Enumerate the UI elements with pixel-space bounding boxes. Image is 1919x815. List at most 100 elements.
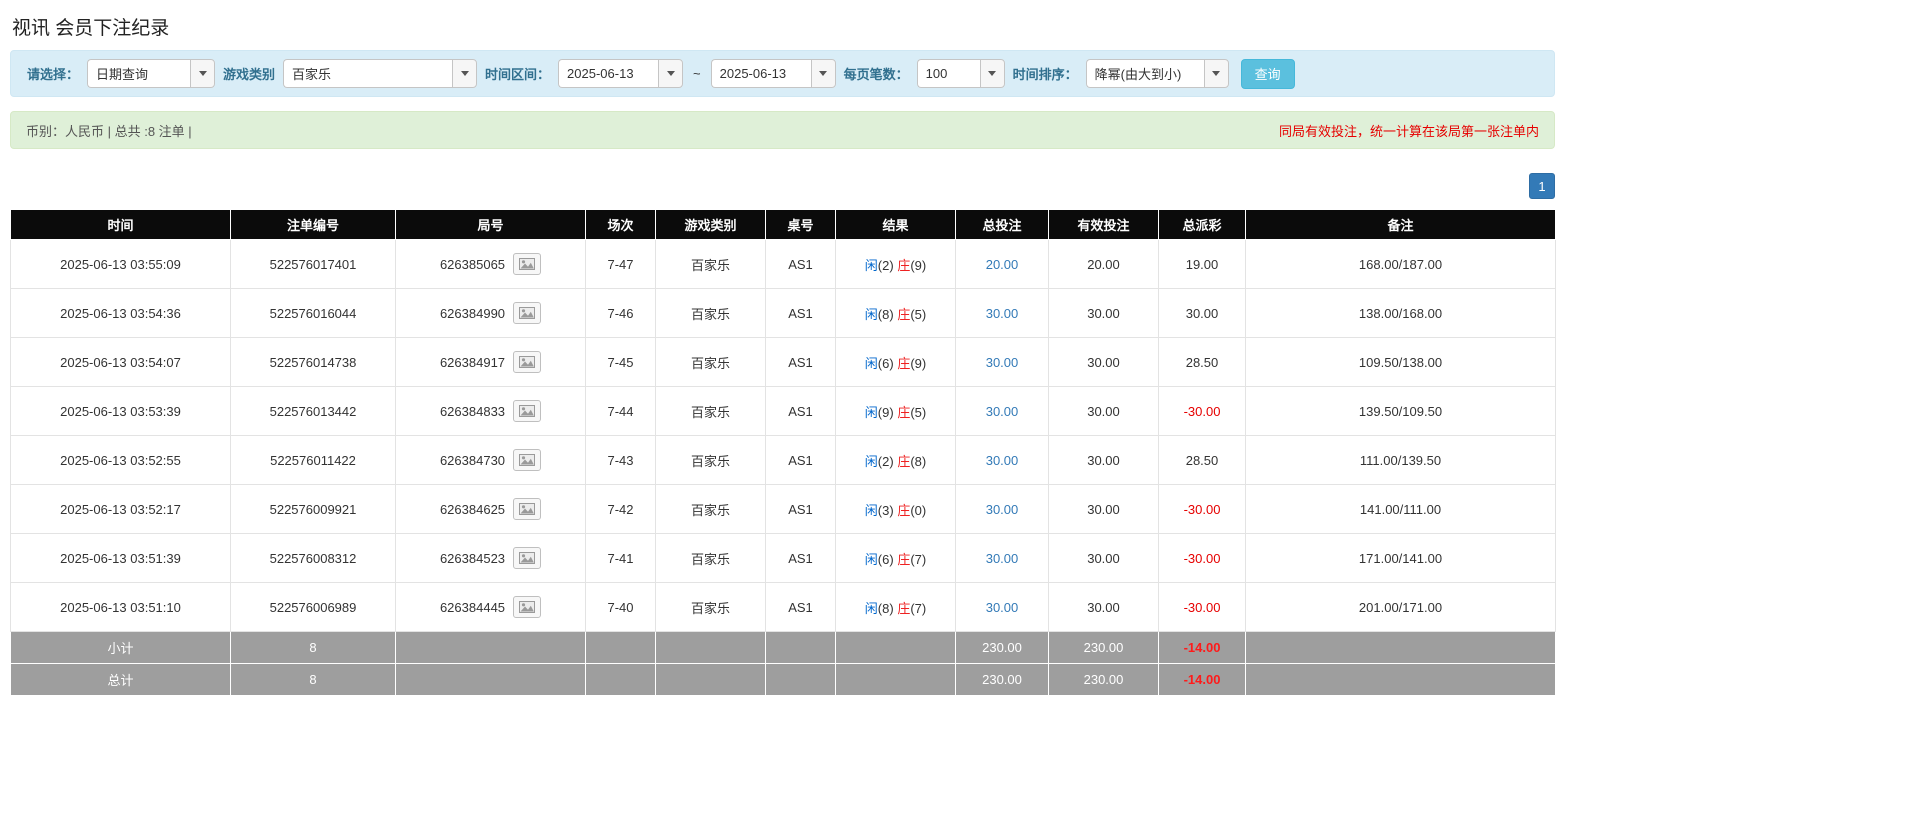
player-result-score: (9): [878, 405, 894, 420]
subtotal-valid-bet: 230.00: [1049, 632, 1159, 664]
total-bet-link[interactable]: 20.00: [986, 257, 1019, 272]
total-bet-link[interactable]: 30.00: [986, 355, 1019, 370]
total-bet-link[interactable]: 30.00: [986, 306, 1019, 321]
game-type-select[interactable]: [283, 59, 477, 88]
cell-payout: 19.00: [1159, 240, 1246, 289]
chevron-down-icon: [1212, 71, 1220, 76]
cell-result: 闲(6) 庄(9): [836, 338, 956, 387]
round-id: 626385065: [440, 257, 505, 272]
game-video-button[interactable]: [513, 547, 541, 569]
table-row: 2025-06-13 03:53:39 522576013442 6263848…: [11, 387, 1556, 436]
banker-result-score: (0): [910, 503, 926, 518]
date-from-input[interactable]: [558, 59, 658, 88]
banker-result-label: 庄: [897, 356, 910, 371]
banker-result-label: 庄: [897, 307, 910, 322]
cell-game-type: 百家乐: [656, 338, 766, 387]
date-to-dropdown-button[interactable]: [811, 59, 836, 88]
round-id: 626384625: [440, 502, 505, 517]
cell-time: 2025-06-13 03:52:55: [11, 436, 231, 485]
cell-game-type: 百家乐: [656, 289, 766, 338]
cell-session: 7-45: [586, 338, 656, 387]
player-result-label: 闲: [865, 307, 878, 322]
table-row: 2025-06-13 03:51:39 522576008312 6263845…: [11, 534, 1556, 583]
page-1-button[interactable]: 1: [1529, 173, 1555, 199]
total-payout: -14.00: [1159, 664, 1246, 696]
sort-input[interactable]: [1086, 59, 1204, 88]
cell-total-bet: 30.00: [956, 583, 1049, 632]
total-total-bet: 230.00: [956, 664, 1049, 696]
game-video-button[interactable]: [513, 302, 541, 324]
cell-bet-id: 522576006989: [231, 583, 396, 632]
col-round-id: 局号: [396, 210, 586, 240]
cell-valid-bet: 30.00: [1049, 485, 1159, 534]
total-valid-bet: 230.00: [1049, 664, 1159, 696]
cell-table-no: AS1: [766, 387, 836, 436]
subtotal-row: 小计 8 230.00 230.00 -14.00: [11, 632, 1556, 664]
banker-result-score: (5): [910, 405, 926, 420]
cell-bet-id: 522576014738: [231, 338, 396, 387]
game-type-dropdown-button[interactable]: [452, 59, 477, 88]
col-table-no: 桌号: [766, 210, 836, 240]
cell-valid-bet: 30.00: [1049, 338, 1159, 387]
player-result-label: 闲: [865, 454, 878, 469]
cell-remark: 111.00/139.50: [1246, 436, 1556, 485]
game-type-input[interactable]: [283, 59, 452, 88]
cell-round-id: 626384523: [396, 534, 586, 583]
table-row: 2025-06-13 03:51:10 522576006989 6263844…: [11, 583, 1556, 632]
cell-result: 闲(2) 庄(9): [836, 240, 956, 289]
pagination: 1: [10, 173, 1555, 199]
page-title: 视讯 会员下注纪录: [10, 0, 1555, 50]
game-video-button[interactable]: [513, 498, 541, 520]
game-video-button[interactable]: [513, 253, 541, 275]
sort-dropdown-button[interactable]: [1204, 59, 1229, 88]
cell-valid-bet: 20.00: [1049, 240, 1159, 289]
cell-total-bet: 30.00: [956, 338, 1049, 387]
game-type-label: 游戏类别: [223, 64, 275, 83]
query-type-select[interactable]: [87, 59, 215, 88]
date-separator: ~: [691, 66, 703, 81]
col-payout: 总派彩: [1159, 210, 1246, 240]
date-to-select[interactable]: [711, 59, 836, 88]
player-result-label: 闲: [865, 258, 878, 273]
cell-game-type: 百家乐: [656, 534, 766, 583]
search-button[interactable]: 查询: [1241, 59, 1295, 89]
date-from-select[interactable]: [558, 59, 683, 88]
cell-table-no: AS1: [766, 583, 836, 632]
date-from-dropdown-button[interactable]: [658, 59, 683, 88]
page-size-input[interactable]: [917, 59, 980, 88]
query-type-input[interactable]: [87, 59, 190, 88]
page-size-label: 每页笔数：: [844, 64, 909, 83]
col-bet-id: 注单编号: [231, 210, 396, 240]
cell-payout: 30.00: [1159, 289, 1246, 338]
page-size-dropdown-button[interactable]: [980, 59, 1005, 88]
cell-session: 7-42: [586, 485, 656, 534]
page-size-select[interactable]: [917, 59, 1005, 88]
total-bet-link[interactable]: 30.00: [986, 600, 1019, 615]
total-bet-link[interactable]: 30.00: [986, 502, 1019, 517]
game-video-button[interactable]: [513, 400, 541, 422]
sort-select[interactable]: [1086, 59, 1229, 88]
round-id: 626384833: [440, 404, 505, 419]
game-video-button[interactable]: [513, 351, 541, 373]
date-to-input[interactable]: [711, 59, 811, 88]
query-type-dropdown-button[interactable]: [190, 59, 215, 88]
total-bet-link[interactable]: 30.00: [986, 551, 1019, 566]
cell-valid-bet: 30.00: [1049, 534, 1159, 583]
cell-result: 闲(9) 庄(5): [836, 387, 956, 436]
video-replay-icon: [519, 405, 535, 417]
round-id: 626384445: [440, 600, 505, 615]
table-header-row: 时间 注单编号 局号 场次 游戏类别 桌号 结果 总投注 有效投注 总派彩 备注: [11, 210, 1556, 240]
cell-game-type: 百家乐: [656, 240, 766, 289]
cell-session: 7-46: [586, 289, 656, 338]
video-replay-icon: [519, 356, 535, 368]
cell-total-bet: 30.00: [956, 485, 1049, 534]
game-video-button[interactable]: [513, 596, 541, 618]
total-bet-link[interactable]: 30.00: [986, 404, 1019, 419]
total-bet-link[interactable]: 30.00: [986, 453, 1019, 468]
col-result: 结果: [836, 210, 956, 240]
game-video-button[interactable]: [513, 449, 541, 471]
cell-valid-bet: 30.00: [1049, 387, 1159, 436]
video-replay-icon: [519, 503, 535, 515]
cell-time: 2025-06-13 03:53:39: [11, 387, 231, 436]
banker-result-score: (5): [910, 307, 926, 322]
